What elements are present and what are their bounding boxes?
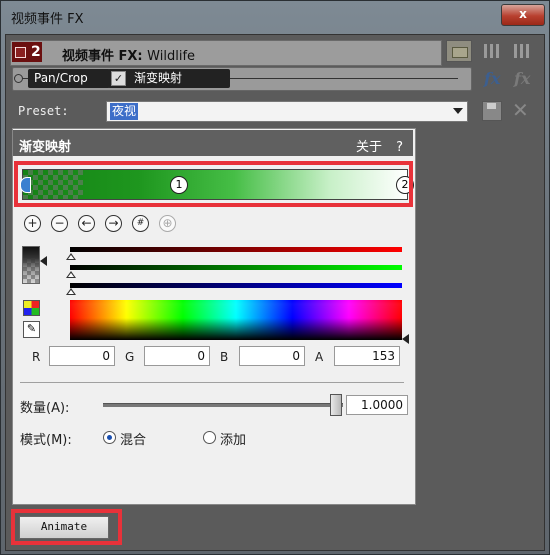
green-channel-marker[interactable] — [66, 271, 76, 278]
window-title: 视频事件 FX — [11, 12, 84, 27]
preset-dropdown[interactable]: 夜视 — [106, 101, 468, 122]
move-left-icon[interactable]: ← — [78, 215, 95, 232]
track-number: 2 — [31, 44, 41, 60]
header-title-label: 视频事件 FX: — [62, 49, 143, 64]
add-stop-icon[interactable]: + — [24, 215, 41, 232]
reset-icon[interactable]: ⊕ — [159, 215, 176, 232]
remove-stop-icon[interactable]: − — [51, 215, 68, 232]
alpha-swatch — [22, 246, 40, 284]
b-label: B — [220, 350, 229, 364]
title-bar[interactable]: 视频事件 FX x — [1, 1, 549, 31]
list-icon — [514, 44, 530, 58]
chain-start-node — [14, 74, 23, 83]
amount-label: 数量(A): — [20, 401, 70, 416]
chain-enable-checkbox[interactable]: ✓ — [111, 71, 126, 86]
delete-preset-icon[interactable]: ✕ — [512, 98, 529, 122]
remove-fx-icon[interactable]: fx — [514, 69, 530, 88]
green-channel-bar[interactable] — [70, 265, 402, 270]
mode-label: 模式(M): — [20, 433, 72, 448]
mode-option-add[interactable]: 添加 — [220, 429, 246, 448]
preset-label: Preset: — [18, 104, 69, 118]
list-view-button[interactable] — [510, 40, 536, 62]
g-label: G — [125, 350, 135, 364]
a-label: A — [315, 350, 324, 364]
move-right-icon[interactable]: → — [105, 215, 122, 232]
chain-item-gradient-map[interactable]: 渐变映射 — [108, 69, 230, 88]
blue-channel-marker[interactable] — [66, 288, 76, 295]
remove-fx-label: fx — [514, 69, 531, 88]
chain-item-gradient-map-label: 渐变映射 — [134, 71, 183, 85]
preset-value: 夜视 — [110, 103, 139, 120]
mode-option-blend[interactable]: 混合 — [120, 429, 146, 448]
color-spectrum[interactable] — [70, 300, 402, 340]
a-input[interactable]: 153 — [334, 346, 400, 366]
amount-slider-thumb[interactable] — [330, 394, 342, 416]
track-icon — [15, 47, 26, 58]
blue-channel-bar[interactable] — [70, 283, 402, 288]
chevron-down-icon — [453, 108, 463, 114]
spectrum-marker[interactable] — [402, 334, 409, 344]
grid-view-button[interactable] — [480, 40, 506, 62]
palette-icon[interactable] — [23, 300, 40, 316]
g-input[interactable]: 0 — [144, 346, 210, 366]
grid-icon — [484, 44, 500, 58]
r-label: R — [32, 350, 41, 364]
amount-input[interactable]: 1.0000 — [346, 395, 408, 415]
save-preset-icon[interactable] — [482, 101, 502, 121]
section-header: 渐变映射 关于 ? — [13, 130, 413, 156]
mode-radio-add[interactable] — [203, 431, 216, 444]
eyedropper-icon[interactable]: ✎ — [23, 321, 40, 338]
about-link[interactable]: 关于 ? — [356, 136, 403, 155]
close-button[interactable]: x — [501, 4, 545, 26]
about-label: 关于 — [355, 140, 382, 155]
divider — [20, 382, 404, 383]
amount-slider-track[interactable] — [103, 403, 343, 407]
gradient-highlight — [14, 161, 413, 207]
clip-name: Wildlife — [147, 49, 196, 64]
distribute-icon[interactable]: # — [132, 215, 149, 232]
r-input[interactable]: 0 — [49, 346, 115, 366]
add-fx-icon[interactable]: fx — [484, 69, 500, 88]
chain-view-button[interactable] — [446, 40, 472, 62]
red-channel-bar[interactable] — [70, 247, 402, 252]
track-badge: 2 — [12, 42, 42, 62]
header-title: 视频事件 FX: Wildlife — [62, 45, 195, 64]
b-input[interactable]: 0 — [239, 346, 305, 366]
help-icon: ? — [396, 140, 403, 155]
chain-item-pancrop[interactable]: Pan/Crop — [28, 69, 110, 88]
section-title: 渐变映射 — [19, 140, 72, 155]
red-channel-marker[interactable] — [66, 253, 76, 260]
animate-highlight — [11, 509, 122, 545]
mode-radio-blend[interactable] — [103, 431, 116, 444]
alpha-marker[interactable] — [40, 256, 47, 266]
chain-view-icon — [452, 47, 468, 58]
